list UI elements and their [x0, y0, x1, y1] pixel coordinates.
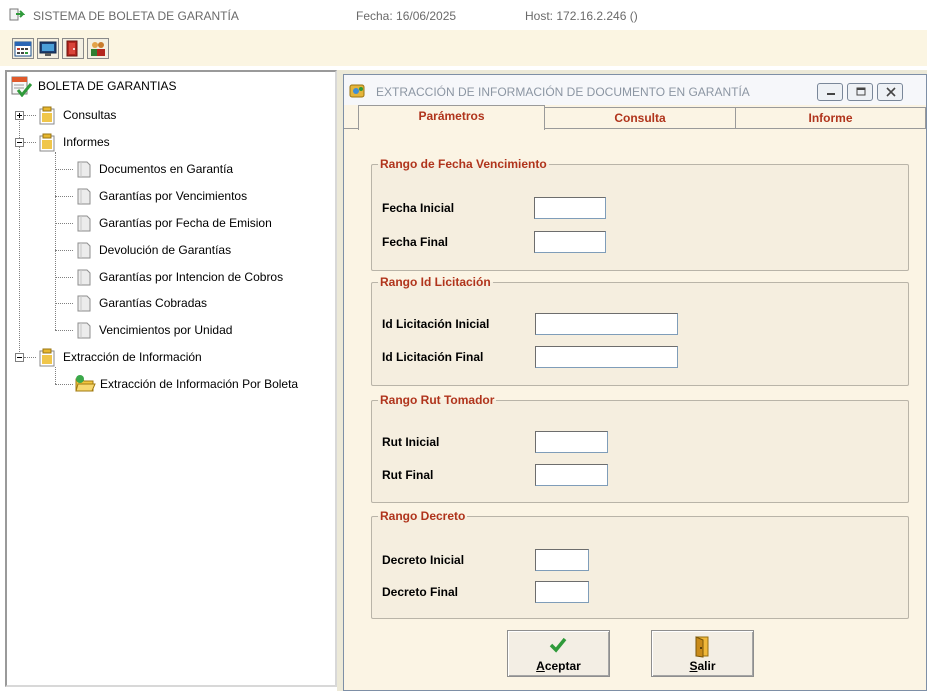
tree-item-garantias-cobradas[interactable]: Garantías Cobradas — [74, 292, 324, 314]
current-date: Fecha: 16/06/2025 — [356, 9, 457, 23]
tree-item-label: Garantías por Fecha de Emision — [99, 216, 272, 230]
licitacion-final-input[interactable] — [535, 346, 678, 368]
app-title-bar: SISTEMA DE BOLETA DE GARANTÍA Fecha: 16/… — [0, 0, 927, 30]
tree-item-extraccion-por-boleta[interactable]: Extracción de Información Por Boleta — [74, 373, 334, 395]
document-icon — [74, 186, 94, 209]
tab-consulta[interactable]: Consulta — [544, 107, 736, 129]
exit-button[interactable]: Salir — [651, 630, 754, 677]
host-address: Host: 172.16.2.246 () — [525, 9, 638, 23]
fecha-inicial-input[interactable] — [534, 197, 606, 219]
document-icon — [74, 213, 94, 236]
collapse-extraccion[interactable] — [15, 353, 24, 362]
expand-consultas[interactable] — [15, 111, 24, 120]
exit-door-icon[interactable] — [62, 38, 84, 59]
decreto-inicial-label: Decreto Inicial — [382, 553, 465, 567]
decreto-final-input[interactable] — [535, 581, 589, 603]
group-legend: Rango Id Licitación — [380, 275, 491, 289]
folder-icon — [37, 105, 57, 128]
tree-item-consultas[interactable]: Consultas — [37, 104, 317, 126]
accept-button[interactable]: Aceptar — [507, 630, 610, 677]
tree-item-label: Garantías por Vencimientos — [99, 189, 248, 203]
document-icon — [74, 320, 94, 343]
accept-label: Aceptar — [536, 659, 581, 673]
fecha-inicial-label: Fecha Inicial — [382, 201, 455, 215]
tree-item-label: Garantías Cobradas — [99, 296, 208, 310]
licitacion-final-label: Id Licitación Final — [382, 350, 484, 364]
tree-item-devolucion-garantias[interactable]: Devolución de Garantías — [74, 239, 324, 261]
group-decreto: Rango Decreto Decreto Inicial Decreto Fi… — [371, 509, 909, 619]
tree-item-vencimientos-unidad[interactable]: Vencimientos por Unidad — [74, 319, 324, 341]
dialog-title: EXTRACCIÓN DE INFORMACIÓN DE DOCUMENTO E… — [376, 85, 750, 99]
app-logo-icon — [9, 7, 26, 23]
folder-icon — [37, 347, 57, 370]
tab-informe[interactable]: Informe — [735, 107, 926, 129]
group-id-licitacion: Rango Id Licitación Id Licitación Inicia… — [371, 275, 909, 386]
tree-item-garantias-fecha-emision[interactable]: Garantías por Fecha de Emision — [74, 212, 324, 234]
rut-final-input[interactable] — [535, 464, 608, 486]
app-title: SISTEMA DE BOLETA DE GARANTÍA — [33, 9, 239, 23]
rut-final-label: Rut Final — [382, 468, 434, 482]
tree-item-label: Vencimientos por Unidad — [99, 323, 233, 337]
dialog-app-icon — [349, 83, 367, 102]
decreto-inicial-input[interactable] — [535, 549, 589, 571]
group-fecha-vencimiento: Rango de Fecha Vencimiento Fecha Inicial… — [371, 157, 909, 271]
tree-item-label: Documentos en Garantía — [99, 162, 234, 176]
open-folder-icon — [74, 373, 96, 398]
document-icon — [74, 267, 94, 290]
tree-item-extraccion[interactable]: Extracción de Información — [37, 346, 317, 368]
tree-item-garantias-vencimientos[interactable]: Garantías por Vencimientos — [74, 185, 324, 207]
group-rut-tomador: Rango Rut Tomador Rut Inicial Rut Final — [371, 393, 909, 503]
dialog-tabs: Parámetros Consulta Informe — [344, 105, 926, 130]
tree-item-label: Devolución de Garantías — [99, 243, 232, 257]
report-check-icon — [10, 75, 33, 100]
tree-item-label: Extracción de Información — [63, 350, 202, 364]
maximize-button[interactable] — [847, 83, 873, 101]
fecha-final-label: Fecha Final — [382, 235, 449, 249]
navigation-tree: BOLETA DE GARANTIAS Consultas Informes D… — [5, 70, 337, 687]
licitacion-inicial-input[interactable] — [535, 313, 678, 335]
tree-item-documentos-garantia[interactable]: Documentos en Garantía — [74, 158, 324, 180]
rut-inicial-label: Rut Inicial — [382, 435, 440, 449]
group-legend: Rango Rut Tomador — [380, 393, 495, 407]
exit-door-icon — [692, 636, 712, 661]
tree-item-label: Extracción de Información Por Boleta — [100, 377, 299, 391]
close-button[interactable] — [877, 83, 903, 101]
tree-item-label: Informes — [63, 135, 110, 149]
document-icon — [74, 159, 94, 182]
minimize-button[interactable] — [817, 83, 843, 101]
licitacion-inicial-label: Id Licitación Inicial — [382, 317, 490, 331]
group-legend: Rango de Fecha Vencimiento — [380, 157, 547, 171]
document-icon — [74, 293, 94, 316]
tree-item-garantias-intencion-cobros[interactable]: Garantías por Intencion de Cobros — [74, 266, 324, 288]
tree-item-label: Consultas — [63, 108, 117, 122]
decreto-final-label: Decreto Final — [382, 585, 459, 599]
collapse-informes[interactable] — [15, 138, 24, 147]
group-legend: Rango Decreto — [380, 509, 466, 523]
tree-root[interactable]: BOLETA DE GARANTIAS — [10, 75, 330, 100]
calendar-icon[interactable] — [12, 38, 34, 59]
tree-root-label: BOLETA DE GARANTIAS — [38, 79, 177, 93]
document-icon — [74, 240, 94, 263]
tab-parametros[interactable]: Parámetros — [358, 105, 545, 130]
folder-icon — [37, 132, 57, 155]
fecha-final-input[interactable] — [534, 231, 606, 253]
dialog-title-bar: EXTRACCIÓN DE INFORMACIÓN DE DOCUMENTO E… — [344, 75, 926, 105]
monitor-icon[interactable] — [37, 38, 59, 59]
checkmark-icon — [548, 636, 568, 657]
extraction-dialog: EXTRACCIÓN DE INFORMACIÓN DE DOCUMENTO E… — [343, 74, 927, 691]
tree-item-label: Garantías por Intencion de Cobros — [99, 270, 284, 284]
tree-item-informes[interactable]: Informes — [37, 131, 317, 153]
exit-label: Salir — [689, 659, 716, 673]
rut-inicial-input[interactable] — [535, 431, 608, 453]
users-icon[interactable] — [87, 38, 109, 59]
toolbar — [0, 30, 927, 66]
